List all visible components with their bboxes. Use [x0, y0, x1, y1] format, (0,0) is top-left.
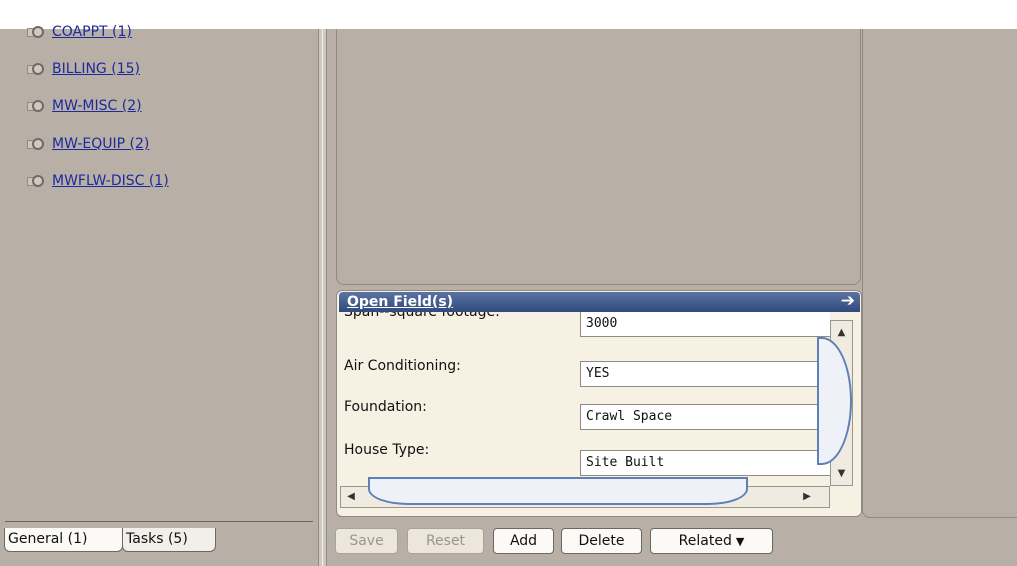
open-fields-list: Span--square footage: 3000 Air Condition…: [340, 312, 830, 487]
tree-item-label[interactable]: MW-EQUIP (2): [52, 135, 149, 153]
tree-item-mw-misc[interactable]: MW-MISC (2): [27, 96, 142, 116]
horizontal-scrollbar[interactable]: ◀ ▶: [340, 477, 830, 508]
scroll-down-icon[interactable]: ▼: [833, 465, 850, 482]
right-arrow-icon[interactable]: ➔: [841, 293, 855, 310]
scroll-right-icon[interactable]: ▶: [799, 489, 815, 505]
add-button[interactable]: Add: [493, 528, 554, 554]
tab-tasks[interactable]: Tasks (5): [122, 528, 216, 552]
air-conditioning-field[interactable]: YES: [580, 361, 830, 387]
scroll-up-icon[interactable]: ▲: [833, 324, 850, 341]
tree-item-coappt[interactable]: COAPPT (1): [27, 22, 132, 42]
save-button[interactable]: Save: [335, 528, 398, 554]
folder-node-icon: [27, 174, 45, 188]
chevron-down-icon: ▼: [735, 535, 745, 548]
reset-button[interactable]: Reset: [407, 528, 484, 554]
house-type-field[interactable]: Site Built: [580, 450, 830, 476]
splitter-handle[interactable]: [318, 29, 327, 566]
action-button-bar: Save Reset Add Delete Related ▼: [327, 521, 862, 566]
related-button-label: Related: [678, 533, 732, 549]
left-navigation-panel: COAPPT (1) BILLING (15) MW-MISC (2) MW-E…: [0, 24, 318, 566]
tab-general[interactable]: General (1): [4, 528, 123, 552]
tab-strip-rule: [5, 521, 313, 522]
folder-node-icon: [27, 137, 45, 151]
tree-item-label[interactable]: MW-MISC (2): [52, 97, 142, 115]
foundation-field[interactable]: Crawl Space: [580, 404, 830, 430]
tree-item-mw-equip[interactable]: MW-EQUIP (2): [27, 134, 149, 154]
folder-node-icon: [27, 62, 45, 76]
field-label-foundation: Foundation:: [344, 399, 427, 415]
preview-pane: [336, 29, 861, 285]
open-fields-title[interactable]: Open Field(s): [347, 293, 453, 311]
scroll-left-icon[interactable]: ◀: [343, 489, 359, 505]
square-footage-field[interactable]: 3000: [580, 312, 830, 337]
field-label-square-footage: Span--square footage:: [344, 312, 500, 320]
field-label-house-type: House Type:: [344, 442, 430, 458]
left-tab-strip: General (1) Tasks (5): [0, 521, 318, 566]
field-label-air-conditioning: Air Conditioning:: [344, 358, 461, 374]
horizontal-scroll-thumb[interactable]: [368, 477, 748, 505]
vertical-scrollbar[interactable]: ▲ ▼: [817, 320, 853, 486]
related-dropdown-button[interactable]: Related ▼: [650, 528, 773, 554]
vertical-scroll-thumb[interactable]: [817, 337, 852, 465]
tree-item-label[interactable]: MWFLW-DISC (1): [52, 172, 169, 190]
folder-node-icon: [27, 25, 45, 39]
right-side-pane: [862, 29, 1017, 518]
tree-item-billing[interactable]: BILLING (15): [27, 59, 140, 79]
tree-item-label[interactable]: BILLING (15): [52, 60, 140, 78]
delete-button[interactable]: Delete: [561, 528, 642, 554]
open-fields-header: Open Field(s) ➔: [339, 292, 860, 312]
folder-node-icon: [27, 99, 45, 113]
tree-item-mwflw-disc[interactable]: MWFLW-DISC (1): [27, 171, 169, 191]
tree-item-label[interactable]: COAPPT (1): [52, 23, 132, 41]
